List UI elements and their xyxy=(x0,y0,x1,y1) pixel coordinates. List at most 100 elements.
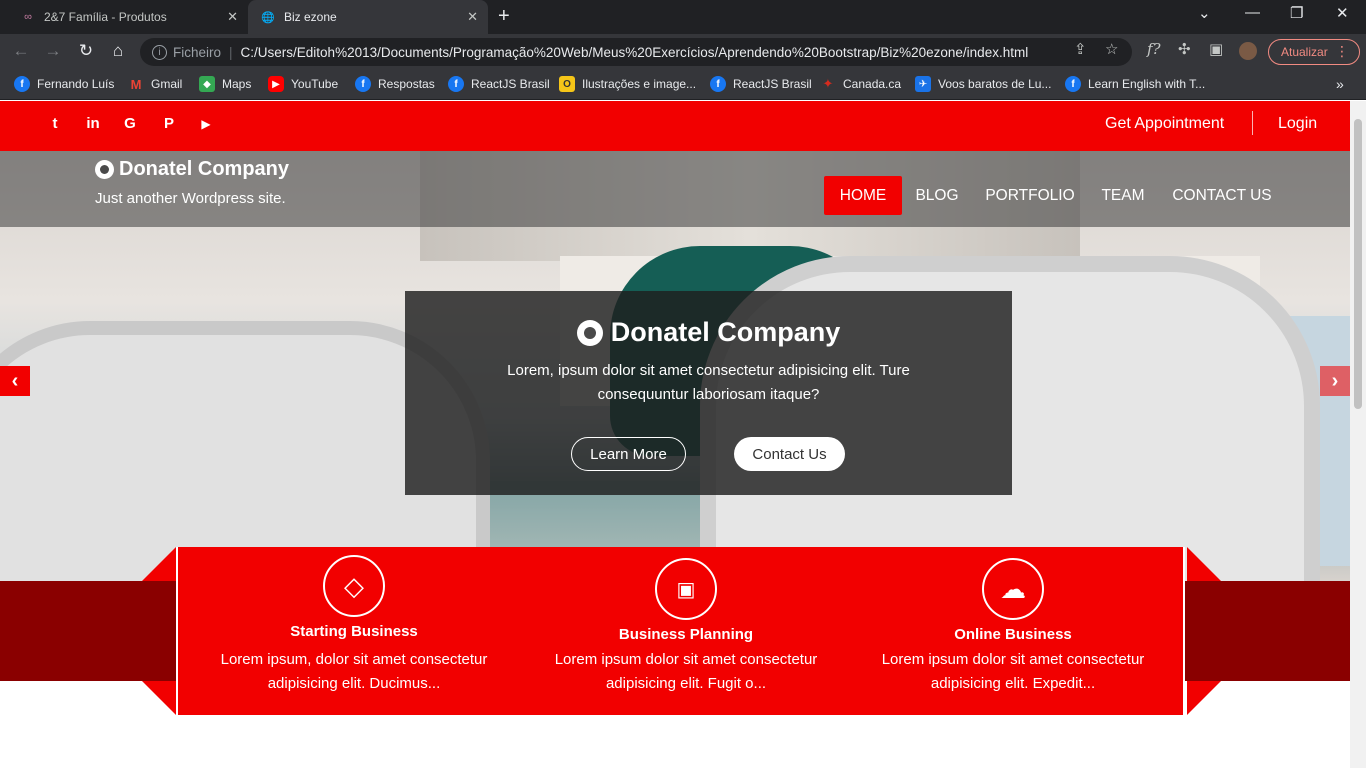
close-icon[interactable]: ✕ xyxy=(227,9,238,25)
bookmark-item[interactable]: O Ilustrações e image... xyxy=(559,76,696,92)
nav-home[interactable]: HOME xyxy=(824,176,902,215)
facebook-icon: f xyxy=(1065,76,1081,92)
new-tab-button[interactable]: + xyxy=(498,5,510,28)
twitter-icon[interactable]: t xyxy=(44,115,66,132)
service-text: Lorem ipsum, dolor sit amet consectetur … xyxy=(220,651,488,692)
side-panel-icon[interactable]: ▣ xyxy=(1209,40,1223,58)
close-window-button[interactable]: ✕ xyxy=(1336,4,1349,22)
nav-team[interactable]: TEAM xyxy=(1094,176,1152,215)
reload-button[interactable]: ↻ xyxy=(75,41,97,61)
address-bar[interactable]: i Ficheiro | C:/Users/Editoh%2013/Docume… xyxy=(140,38,1132,66)
bookmark-item[interactable]: ✈ Voos baratos de Lu... xyxy=(915,76,1051,92)
bookmark-item[interactable]: ▶ YouTube xyxy=(268,76,338,92)
contact-us-button[interactable]: Contact Us xyxy=(734,437,845,471)
github-icon xyxy=(576,319,603,346)
service-title: Online Business xyxy=(954,626,1072,643)
chevron-left-icon[interactable]: ‹ xyxy=(0,366,30,396)
bookmark-item[interactable]: ◆ Maps xyxy=(199,76,251,92)
ribbon-fold xyxy=(1187,547,1221,581)
update-button[interactable]: Atualizar ⋮ xyxy=(1268,39,1360,65)
nav-blog[interactable]: BLOG xyxy=(908,176,966,215)
divider xyxy=(1252,111,1253,135)
flights-icon: ✈ xyxy=(915,76,931,92)
bookmark-item[interactable]: ✦ Canada.ca xyxy=(820,76,902,92)
tab-title: 2&7 Família - Produtos xyxy=(44,10,167,24)
ribbon-fold xyxy=(1187,681,1221,715)
more-bookmarks-icon[interactable]: » xyxy=(1336,76,1344,92)
facebook-icon: f xyxy=(710,76,726,92)
diamond-icon: ◇ xyxy=(323,555,385,617)
bookmark-label: Fernando Luís xyxy=(37,77,115,91)
brand-logo[interactable]: Donatel Company xyxy=(95,158,289,181)
home-button[interactable]: ⌂ xyxy=(107,41,129,61)
google-icon[interactable]: G xyxy=(119,115,141,132)
web-page: t in G P ▶ Get Appointment Login Donatel… xyxy=(0,101,1350,768)
tab-search-icon[interactable]: ⌄ xyxy=(1198,4,1211,22)
facebook-icon: f xyxy=(355,76,371,92)
globe-icon: 🌐 xyxy=(261,11,275,24)
bookmark-star-icon[interactable]: ☆ xyxy=(1105,40,1118,58)
bookmark-label: Gmail xyxy=(151,77,183,91)
bookmark-item[interactable]: f ReactJS Brasil xyxy=(448,76,550,92)
brand-title: Donatel Company xyxy=(119,158,290,180)
share-icon[interactable]: ⇪ xyxy=(1074,40,1087,58)
service-card: ◇ Starting Business Lorem ipsum, dolor s… xyxy=(204,547,504,696)
pinterest-icon[interactable]: P xyxy=(158,115,180,132)
bookmark-label: ReactJS Brasil xyxy=(733,77,812,91)
login-link[interactable]: Login xyxy=(1278,115,1317,133)
scrollbar-thumb[interactable] xyxy=(1354,119,1362,409)
bookmark-label: YouTube xyxy=(291,77,339,91)
github-icon xyxy=(95,160,114,179)
hero-title: Donatel Company xyxy=(405,317,1012,348)
bookmark-item[interactable]: f Fernando Luís xyxy=(14,76,114,92)
youtube-icon: ▶ xyxy=(268,76,284,92)
get-appointment-link[interactable]: Get Appointment xyxy=(1105,115,1224,133)
minimize-button[interactable]: — xyxy=(1245,4,1260,21)
maple-leaf-icon: ✦ xyxy=(822,76,834,91)
services-panel: ◇ Starting Business Lorem ipsum, dolor s… xyxy=(176,547,1185,715)
profile-avatar[interactable] xyxy=(1239,42,1257,60)
chevron-right-icon[interactable]: › xyxy=(1320,366,1350,396)
restore-button[interactable]: ❐ xyxy=(1290,4,1303,22)
bookmark-item[interactable]: f Respostas xyxy=(355,76,435,92)
tab-produtos[interactable]: ∞ 2&7 Família - Produtos ✕ xyxy=(8,0,248,34)
money-icon: ▣ xyxy=(655,558,717,620)
bookmark-label: Learn English with T... xyxy=(1088,77,1206,91)
forward-button[interactable]: → xyxy=(42,41,64,61)
info-icon[interactable]: i xyxy=(152,44,167,60)
bookmarks-bar: f Fernando Luís M Gmail ◆ Maps ▶ YouTube f Re… xyxy=(0,70,1366,100)
service-title: Starting Business xyxy=(290,623,418,640)
learn-more-button[interactable]: Learn More xyxy=(571,437,686,471)
service-text: Lorem ipsum dolor sit amet consectetur a… xyxy=(554,651,818,692)
browser-toolbar: ← → ↻ ⌂ i Ficheiro | C:/Users/Editoh%201… xyxy=(0,34,1366,70)
page-scrollbar[interactable] xyxy=(1350,101,1366,768)
gmail-icon: M xyxy=(130,76,142,92)
linkedin-icon[interactable]: in xyxy=(82,115,104,132)
close-icon[interactable]: ✕ xyxy=(467,9,478,25)
tab-biz-ezone[interactable]: 🌐 Biz ezone ✕ xyxy=(248,0,488,34)
youtube-icon[interactable]: ▶ xyxy=(195,117,217,131)
service-title: Business Planning xyxy=(618,626,754,643)
bookmark-item[interactable]: M Gmail xyxy=(128,76,183,92)
bookmark-item[interactable]: f Learn English with T... xyxy=(1065,76,1205,92)
tab-strip: ∞ 2&7 Família - Produtos ✕ 🌐 Biz ezone ✕… xyxy=(0,0,1366,34)
bookmark-item[interactable]: f ReactJS Brasil xyxy=(710,76,812,92)
nav-portfolio[interactable]: PORTFOLIO xyxy=(980,176,1080,215)
brand-tagline: Just another Wordpress site. xyxy=(95,190,286,207)
tab-title: Biz ezone xyxy=(284,10,337,24)
site-favicon: ∞ xyxy=(24,11,32,23)
ribbon-fold xyxy=(142,547,176,581)
bookmark-label: Voos baratos de Lu... xyxy=(938,77,1052,91)
extensions-puzzle-icon[interactable]: ✣ xyxy=(1178,40,1191,58)
bookmark-label: Canada.ca xyxy=(843,77,902,91)
hero-title-text: Donatel Company xyxy=(610,317,841,347)
maps-icon: ◆ xyxy=(199,76,215,92)
nav-contact-us[interactable]: CONTACT US xyxy=(1166,176,1278,215)
more-icon[interactable]: ⋮ xyxy=(1335,43,1349,60)
extension-fx-icon[interactable]: f? xyxy=(1147,40,1161,58)
top-bar: t in G P ▶ Get Appointment Login xyxy=(0,101,1350,151)
ouch-icon: O xyxy=(559,76,575,92)
hero-caption: Donatel Company Lorem, ipsum dolor sit a… xyxy=(405,291,1012,495)
back-button[interactable]: ← xyxy=(10,41,32,61)
bookmark-label: Respostas xyxy=(378,77,435,91)
